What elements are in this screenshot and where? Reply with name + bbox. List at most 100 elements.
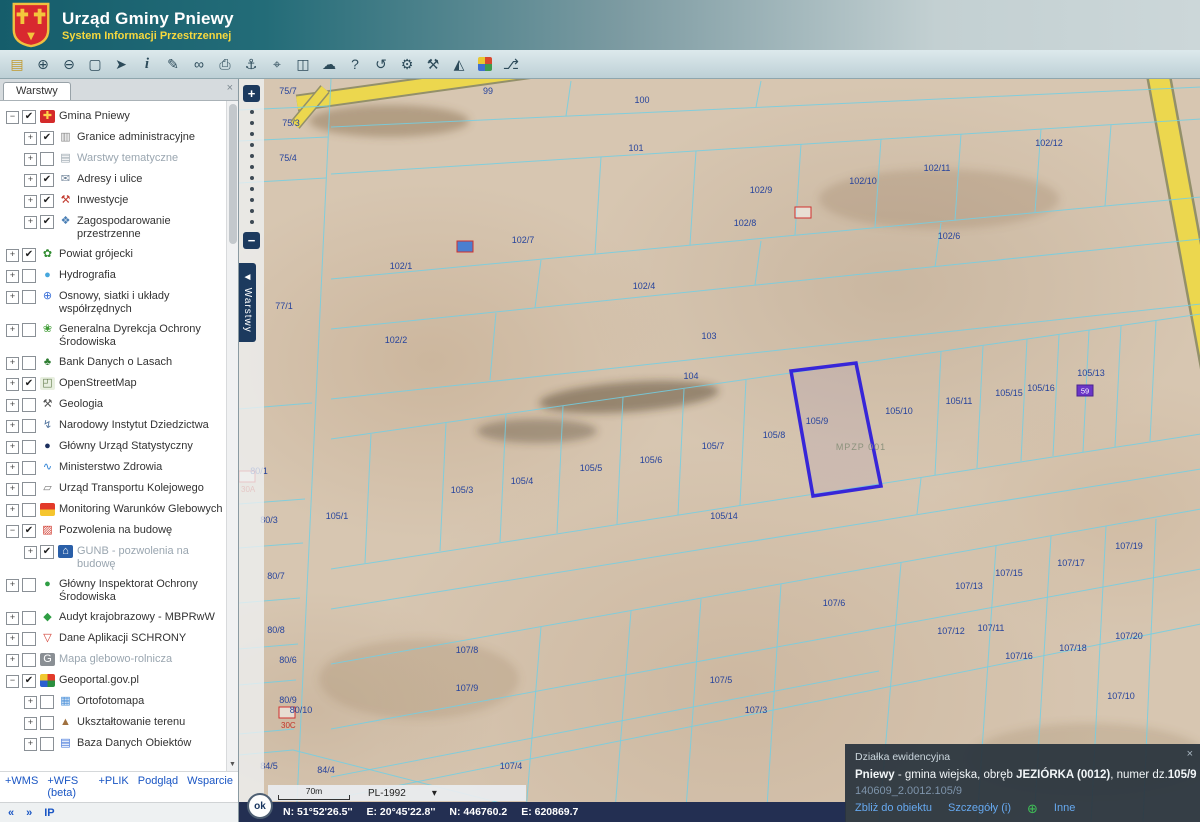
layer-checkbox[interactable] <box>22 419 36 433</box>
zoom-in-icon[interactable]: ⊕ <box>31 53 55 75</box>
link-plik[interactable]: +PLIK <box>99 775 129 799</box>
link-podglad[interactable]: Podgląd <box>138 775 178 799</box>
split-view-icon[interactable]: ◫ <box>291 53 315 75</box>
zoom-level-dot[interactable] <box>250 121 254 125</box>
close-icon[interactable]: × <box>1187 748 1193 760</box>
expand-toggle[interactable]: − <box>6 675 19 688</box>
layer-label[interactable]: Główny Inspektorat Ochrony Środowiska <box>59 578 224 604</box>
expand-toggle[interactable]: − <box>6 111 19 124</box>
layer-label[interactable]: Główny Urząd Statystyczny <box>59 440 193 453</box>
layer-label[interactable]: Geoportal.gov.pl <box>59 674 139 687</box>
anchor-icon[interactable]: ⚓ <box>239 53 263 75</box>
layer-label[interactable]: Adresy i ulice <box>77 173 142 186</box>
expand-toggle[interactable]: + <box>6 462 19 475</box>
zoom-level-dot[interactable] <box>250 220 254 224</box>
expand-toggle[interactable]: + <box>6 504 19 517</box>
layer-label[interactable]: Ministerstwo Zdrowia <box>59 461 162 474</box>
share-icon[interactable]: ⎇ <box>499 53 523 75</box>
link-wms[interactable]: +WMS <box>5 775 38 799</box>
layer-label[interactable]: Narodowy Instytut Dziedzictwa <box>59 419 209 432</box>
layer-label[interactable]: Hydrografia <box>59 269 116 282</box>
layer-checkbox[interactable] <box>22 503 36 517</box>
expand-toggle[interactable]: + <box>24 717 37 730</box>
layer-label[interactable]: Osnowy, siatki i układy współrzędnych <box>59 290 224 316</box>
expand-toggle[interactable]: + <box>6 357 19 370</box>
pointer-icon[interactable]: ➤ <box>109 53 133 75</box>
other-link[interactable]: Inne <box>1054 802 1075 814</box>
layer-label[interactable]: Warstwy tematyczne <box>77 152 178 165</box>
layer-label[interactable]: Powiat grójecki <box>59 248 133 261</box>
layer-label[interactable]: Monitoring Warunków Glebowych <box>59 503 222 516</box>
expand-toggle[interactable]: + <box>24 696 37 709</box>
expand-toggle[interactable]: + <box>24 132 37 145</box>
layer-checkbox[interactable]: ✔ <box>22 524 36 538</box>
ok-button[interactable]: ok <box>247 793 273 819</box>
zoom-in-button[interactable]: + <box>243 85 260 102</box>
print-icon[interactable]: ⎙ <box>213 53 237 75</box>
layer-label[interactable]: Mapa glebowo-rolnicza <box>59 653 172 666</box>
zoom-level-dot[interactable] <box>250 198 254 202</box>
layer-label[interactable]: Generalna Dyrekcja Ochrony Środowiska <box>59 323 224 349</box>
expand-toggle[interactable]: + <box>6 291 19 304</box>
layer-checkbox[interactable]: ✔ <box>40 545 54 559</box>
layer-label[interactable]: Urząd Transportu Kolejowego <box>59 482 204 495</box>
layer-label[interactable]: Geologia <box>59 398 103 411</box>
layer-checkbox[interactable] <box>22 269 36 283</box>
zoom-level-dot[interactable] <box>250 176 254 180</box>
layers-icon[interactable]: ▤ <box>5 53 29 75</box>
zoom-level-dot[interactable] <box>250 154 254 158</box>
expand-toggle[interactable]: + <box>6 399 19 412</box>
layer-checkbox[interactable]: ✔ <box>40 173 54 187</box>
scrollbar-thumb[interactable] <box>229 104 237 244</box>
layer-checkbox[interactable]: ✔ <box>22 248 36 262</box>
zoom-level-dot[interactable] <box>250 165 254 169</box>
layer-checkbox[interactable]: ✔ <box>40 194 54 208</box>
layer-label[interactable]: Inwestycje <box>77 194 128 207</box>
layer-checkbox[interactable] <box>40 152 54 166</box>
layer-checkbox[interactable]: ✔ <box>22 674 36 688</box>
layer-label[interactable]: Bank Danych o Lasach <box>59 356 172 369</box>
layer-label[interactable]: Dane Aplikacji SCHRONY <box>59 632 186 645</box>
nav-prev-button[interactable]: « <box>8 807 14 819</box>
layer-checkbox[interactable] <box>40 716 54 730</box>
layer-checkbox[interactable]: ✔ <box>22 377 36 391</box>
layer-checkbox[interactable]: ✔ <box>40 131 54 145</box>
layer-checkbox[interactable] <box>22 653 36 667</box>
layer-label[interactable]: GUNB - pozwolenia na budowę <box>77 545 224 571</box>
expand-toggle[interactable]: + <box>24 546 37 559</box>
info-icon[interactable]: i <box>135 53 159 75</box>
selected-parcel-outline[interactable] <box>791 363 881 496</box>
layer-checkbox[interactable] <box>22 632 36 646</box>
layer-checkbox[interactable]: ✔ <box>40 215 54 229</box>
layer-label[interactable]: Pozwolenia na budowę <box>59 524 172 537</box>
expand-toggle[interactable]: + <box>6 324 19 337</box>
expand-toggle[interactable]: + <box>24 174 37 187</box>
nav-next-button[interactable]: » <box>26 807 32 819</box>
layer-checkbox[interactable] <box>22 611 36 625</box>
select-area-icon[interactable]: ▢ <box>83 53 107 75</box>
expand-toggle[interactable]: + <box>6 249 19 262</box>
layer-checkbox[interactable]: ✔ <box>22 110 36 124</box>
center-map-icon[interactable]: ⌖ <box>265 53 289 75</box>
expand-toggle[interactable]: − <box>6 525 19 538</box>
layer-checkbox[interactable] <box>22 482 36 496</box>
expand-toggle[interactable]: + <box>24 738 37 751</box>
layer-label[interactable]: Ukształtowanie terenu <box>77 716 185 729</box>
zoom-out-button[interactable]: − <box>243 232 260 249</box>
projection-select[interactable]: PL-1992 ▾ <box>368 788 437 799</box>
expand-toggle[interactable]: + <box>6 612 19 625</box>
expand-toggle[interactable]: + <box>24 153 37 166</box>
legend-icon[interactable] <box>478 57 492 71</box>
tab-warstwy[interactable]: Warstwy <box>3 82 71 100</box>
link-icon[interactable]: ∞ <box>187 53 211 75</box>
layer-checkbox[interactable] <box>40 737 54 751</box>
pointer-settings-icon[interactable]: ⚙ <box>395 53 419 75</box>
layer-checkbox[interactable] <box>22 440 36 454</box>
zoom-level-dot[interactable] <box>250 209 254 213</box>
panel-close-icon[interactable]: × <box>227 82 233 94</box>
flip-compare-icon[interactable]: ◭ <box>447 53 471 75</box>
tree-scrollbar[interactable]: ▼ <box>226 101 238 771</box>
tools-icon[interactable]: ⚒ <box>421 53 445 75</box>
layer-checkbox[interactable] <box>22 323 36 337</box>
layer-checkbox[interactable] <box>22 356 36 370</box>
